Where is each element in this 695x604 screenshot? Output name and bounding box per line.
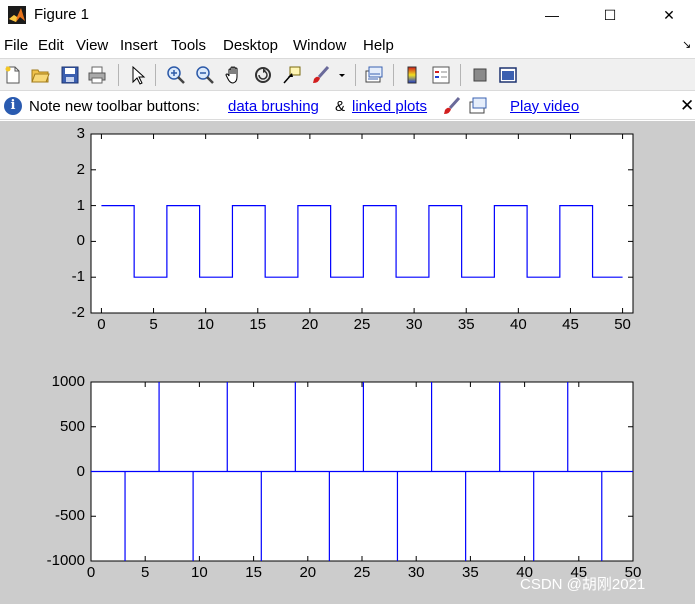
window-title: Figure 1: [34, 6, 90, 23]
x-tick-label: 20: [299, 564, 317, 581]
brush-icon[interactable]: [311, 65, 331, 85]
toolbar-separator: [355, 64, 356, 86]
x-tick-label: 10: [197, 316, 214, 333]
y-tick-label: 1000: [51, 373, 85, 390]
title-bar: Figure 1 — ☐ ✕: [0, 0, 695, 32]
y-tick-label: 1: [76, 196, 85, 214]
x-tick-label: 20: [301, 316, 319, 333]
x-tick-label: 5: [149, 316, 158, 333]
menu-tools[interactable]: Tools: [171, 37, 206, 54]
close-notice-icon[interactable]: ✕: [680, 96, 694, 116]
pan-hand-icon[interactable]: [224, 65, 244, 85]
toolbar-separator: [393, 64, 394, 86]
watermark-text: CSDN @胡刚2021: [520, 576, 646, 593]
play-video-link[interactable]: Play video: [510, 98, 579, 115]
y-tick-label: -1: [71, 268, 85, 286]
print-icon[interactable]: [87, 65, 107, 85]
y-tick-label: 500: [59, 417, 85, 435]
figure-canvas: [0, 121, 695, 604]
toolbar-notice-bar: i Note new toolbar buttons: data brushin…: [0, 92, 695, 120]
data-brushing-link[interactable]: data brushing: [228, 98, 319, 115]
dock-figure-icon[interactable]: ↘: [682, 38, 691, 51]
x-tick-label: 5: [141, 564, 150, 581]
menu-insert[interactable]: Insert: [120, 37, 158, 54]
x-tick-label: 30: [405, 316, 423, 333]
menu-view[interactable]: View: [76, 37, 108, 54]
y-tick-label: -2: [71, 304, 85, 321]
linked-plots-link[interactable]: linked plots: [352, 98, 427, 115]
minimize-icon: —: [545, 7, 559, 23]
minimize-button[interactable]: —: [530, 0, 574, 30]
toolbar-separator: [118, 64, 119, 86]
matlab-logo-icon: [8, 6, 26, 24]
menu-help[interactable]: Help: [363, 37, 394, 54]
x-tick-label: 50: [614, 316, 631, 333]
rotate-3d-icon[interactable]: [253, 65, 273, 85]
y-tick-label: 0: [76, 232, 85, 250]
y-tick-label: -1000: [46, 552, 85, 569]
new-figure-icon[interactable]: [3, 65, 23, 85]
brush-icon: [444, 96, 461, 114]
show-plot-tools-icon[interactable]: [498, 65, 518, 85]
y-tick-label: -500: [54, 507, 85, 525]
insert-legend-icon[interactable]: [431, 65, 451, 85]
hide-plot-tools-icon[interactable]: [470, 65, 490, 85]
x-tick-label: 35: [462, 564, 479, 581]
edit-plot-arrow-icon[interactable]: [128, 65, 148, 85]
maximize-icon: ☐: [603, 6, 617, 23]
maximize-button[interactable]: ☐: [588, 0, 632, 30]
insert-colorbar-icon[interactable]: [402, 65, 422, 85]
close-button[interactable]: ✕: [647, 0, 691, 30]
menu-file[interactable]: File: [4, 37, 28, 54]
x-tick-label: 30: [407, 564, 425, 581]
link-plot-icon: [469, 97, 487, 114]
toolbar-separator: [460, 64, 461, 86]
menu-bar: File Edit View Insert Tools Desktop Wind…: [0, 34, 695, 58]
y-tick-label: 2: [76, 160, 85, 178]
x-tick-label: 25: [353, 316, 371, 333]
link-plot-icon[interactable]: [364, 65, 384, 85]
figure-toolbar: [0, 58, 695, 91]
menu-edit[interactable]: Edit: [38, 37, 64, 54]
close-icon: ✕: [663, 6, 675, 23]
x-tick-label: 35: [457, 316, 475, 333]
menu-desktop[interactable]: Desktop: [223, 37, 278, 54]
info-icon: i: [4, 97, 22, 115]
data-cursor-icon[interactable]: [282, 65, 302, 85]
brush-dropdown-icon[interactable]: [337, 65, 347, 85]
y-tick-label: 3: [76, 125, 85, 142]
zoom-in-icon[interactable]: [166, 65, 186, 85]
x-tick-label: 25: [353, 564, 371, 581]
x-tick-label: 40: [510, 316, 527, 333]
zoom-out-icon[interactable]: [195, 65, 215, 85]
toolbar-separator: [155, 64, 156, 86]
y-tick-label: 0: [76, 462, 85, 480]
save-icon[interactable]: [60, 65, 80, 85]
x-tick-label: 15: [245, 564, 262, 581]
menu-window[interactable]: Window: [293, 37, 346, 54]
open-file-icon[interactable]: [30, 65, 50, 85]
ampersand-text: &: [335, 98, 346, 115]
x-tick-label: 15: [249, 316, 267, 333]
x-tick-label: 10: [191, 564, 208, 581]
x-tick-label: 45: [562, 316, 579, 333]
notice-text: Note new toolbar buttons:: [29, 98, 200, 115]
